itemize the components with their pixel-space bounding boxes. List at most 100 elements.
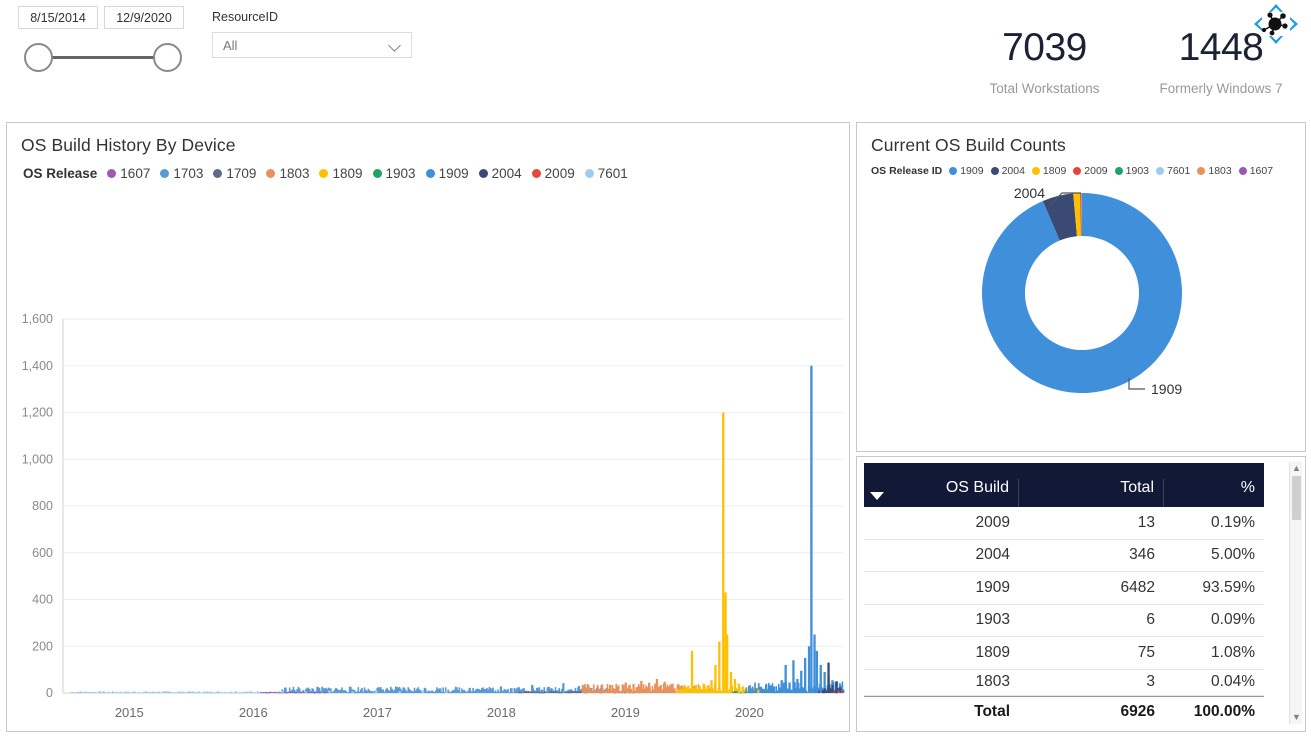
table-cell-total: 3 (1146, 673, 1155, 690)
os-build-table: OS Build Total % 2009 13 0.19% 2004 346 5.00%… (864, 463, 1264, 728)
panel-title: Current OS Build Counts (871, 135, 1066, 155)
table-cell-total: 75 (1137, 643, 1155, 661)
legend-swatch (213, 169, 223, 178)
svg-text:2017: 2017 (363, 705, 392, 720)
date-range-inputs: 8/15/2014 12/9/2020 (18, 6, 204, 29)
chevron-down-icon (389, 39, 402, 52)
table-cell-build: 1909 (975, 578, 1010, 596)
start-date-input[interactable]: 8/15/2014 (18, 6, 98, 29)
legend-label: 1903 (385, 166, 416, 181)
date-range-slider[interactable] (18, 42, 188, 72)
panel-current-os-build-counts: Current OS Build Counts OS Release ID 19… (856, 122, 1306, 452)
slider-track (39, 56, 167, 59)
legend-label: 1709 (226, 166, 257, 181)
table-cell-pct: 93.59% (1202, 578, 1255, 596)
table-row[interactable]: 1903 6 0.09% (864, 605, 1264, 637)
legend-swatch (266, 169, 276, 178)
resourceid-slicer: ResourceID All (212, 10, 412, 58)
scrollbar-thumb[interactable] (1292, 476, 1301, 520)
legend-swatch (372, 169, 382, 178)
column-header-percent[interactable]: % (1164, 479, 1264, 507)
table-scrollbar[interactable]: ▲ ▼ (1289, 462, 1302, 724)
svg-text:1,000: 1,000 (22, 452, 53, 466)
sort-descending-icon[interactable] (870, 492, 884, 500)
table-cell-total: 6 (1146, 611, 1155, 629)
legend-label: 1909 (438, 166, 469, 181)
table-row[interactable]: 2009 13 0.19% (864, 507, 1264, 540)
column-header-os-build[interactable]: OS Build (864, 479, 1019, 507)
legend-label: 1607 (120, 166, 151, 181)
svg-text:2015: 2015 (115, 705, 144, 720)
svg-text:1,600: 1,600 (22, 312, 53, 326)
resourceid-label: ResourceID (212, 10, 278, 24)
total-value: 6926 (1120, 703, 1155, 720)
kpi-card-total-workstations: 7039 Total Workstations (952, 28, 1137, 96)
legend-swatch (478, 169, 488, 178)
legend-item-1903[interactable]: 1903 (372, 166, 416, 181)
end-date-input[interactable]: 12/9/2020 (104, 6, 184, 29)
table-row[interactable]: 2004 346 5.00% (864, 540, 1264, 572)
table-cell-pct: 1.08% (1211, 643, 1255, 661)
table-row[interactable]: 1803 3 0.04% (864, 670, 1264, 696)
table-cell-pct: 0.09% (1211, 611, 1255, 629)
legend-item-2004[interactable]: 2004 (478, 166, 522, 181)
table-cell-pct: 0.04% (1211, 673, 1255, 690)
legend-item-7601[interactable]: 7601 (584, 166, 628, 181)
legend-title: OS Release (23, 166, 98, 181)
donut-chart[interactable]: 1909 2004 (857, 165, 1307, 453)
panel-os-build-history: OS Build History By Device OS Release 16… (6, 122, 850, 732)
table-body: 2009 13 0.19% 2004 346 5.00% 1909 6482 93.59% 190… (864, 507, 1264, 696)
panel-os-build-table: OS Build Total % 2009 13 0.19% 2004 346 5.00%… (856, 456, 1306, 732)
legend-swatch (425, 169, 435, 178)
table-cell-build: 1903 (975, 611, 1010, 629)
svg-text:1909: 1909 (1151, 381, 1182, 397)
svg-text:2020: 2020 (735, 705, 764, 720)
table-cell-build: 1809 (975, 643, 1010, 661)
legend-item-1607[interactable]: 1607 (107, 166, 150, 181)
legend-label: 7601 (597, 166, 628, 181)
total-percent: 100.00% (1193, 703, 1255, 720)
legend-label: 1703 (173, 166, 204, 181)
legend-item-2009[interactable]: 2009 (531, 166, 575, 181)
legend-item-1909[interactable]: 1909 (425, 166, 469, 181)
column-header-label: OS Build (945, 479, 1009, 496)
table-cell-pct: 0.19% (1211, 513, 1255, 531)
chart-legend: OS Release 1607 1703 1709 1803 1809 1903… (7, 156, 849, 181)
caret-up-icon[interactable]: ▲ (1290, 462, 1303, 475)
table-row[interactable]: 1909 6482 93.59% (864, 572, 1264, 605)
table-header-row: OS Build Total % (864, 463, 1264, 507)
kpi-label: Total Workstations (989, 81, 1100, 96)
table-row[interactable]: 1809 75 1.08% (864, 637, 1264, 670)
svg-text:400: 400 (32, 593, 53, 607)
legend-item-1809[interactable]: 1809 (319, 166, 363, 181)
legend-label: 1803 (279, 166, 310, 181)
table-cell-build: 2009 (975, 513, 1010, 531)
legend-swatch (160, 169, 170, 178)
dashboard-root: 8/15/2014 12/9/2020 ResourceID All 7039 … (0, 0, 1311, 736)
kpi-value: 7039 (1002, 26, 1087, 69)
date-range-slicer[interactable]: 8/15/2014 12/9/2020 (18, 6, 204, 72)
column-chart[interactable]: 0 200 400 600 800 1,000 1,200 1,400 1,600 2015 201… (7, 309, 851, 733)
move-cursor-icon (1254, 4, 1298, 44)
svg-text:200: 200 (32, 639, 53, 653)
table-cell-total: 346 (1129, 546, 1155, 564)
caret-down-icon[interactable]: ▼ (1290, 711, 1303, 724)
legend-item-1709[interactable]: 1709 (213, 166, 256, 181)
table-cell-total: 13 (1137, 513, 1155, 531)
column-header-total[interactable]: Total (1019, 479, 1164, 507)
legend-label: 1809 (332, 166, 363, 181)
legend-item-1703[interactable]: 1703 (160, 166, 203, 181)
table-cell-total: 6482 (1120, 578, 1155, 596)
resourceid-value: All (223, 37, 238, 53)
resourceid-dropdown[interactable]: All (212, 32, 412, 58)
legend-swatch (531, 169, 541, 178)
panel-title: OS Build History By Device (21, 135, 236, 155)
svg-text:2019: 2019 (611, 705, 640, 720)
slider-handle-end[interactable] (153, 43, 182, 72)
legend-item-1803[interactable]: 1803 (266, 166, 309, 181)
legend-swatch (319, 169, 329, 178)
svg-text:0: 0 (46, 686, 53, 700)
svg-text:2004: 2004 (1014, 185, 1045, 201)
legend-label: 2009 (544, 166, 575, 181)
slider-handle-start[interactable] (24, 43, 53, 72)
